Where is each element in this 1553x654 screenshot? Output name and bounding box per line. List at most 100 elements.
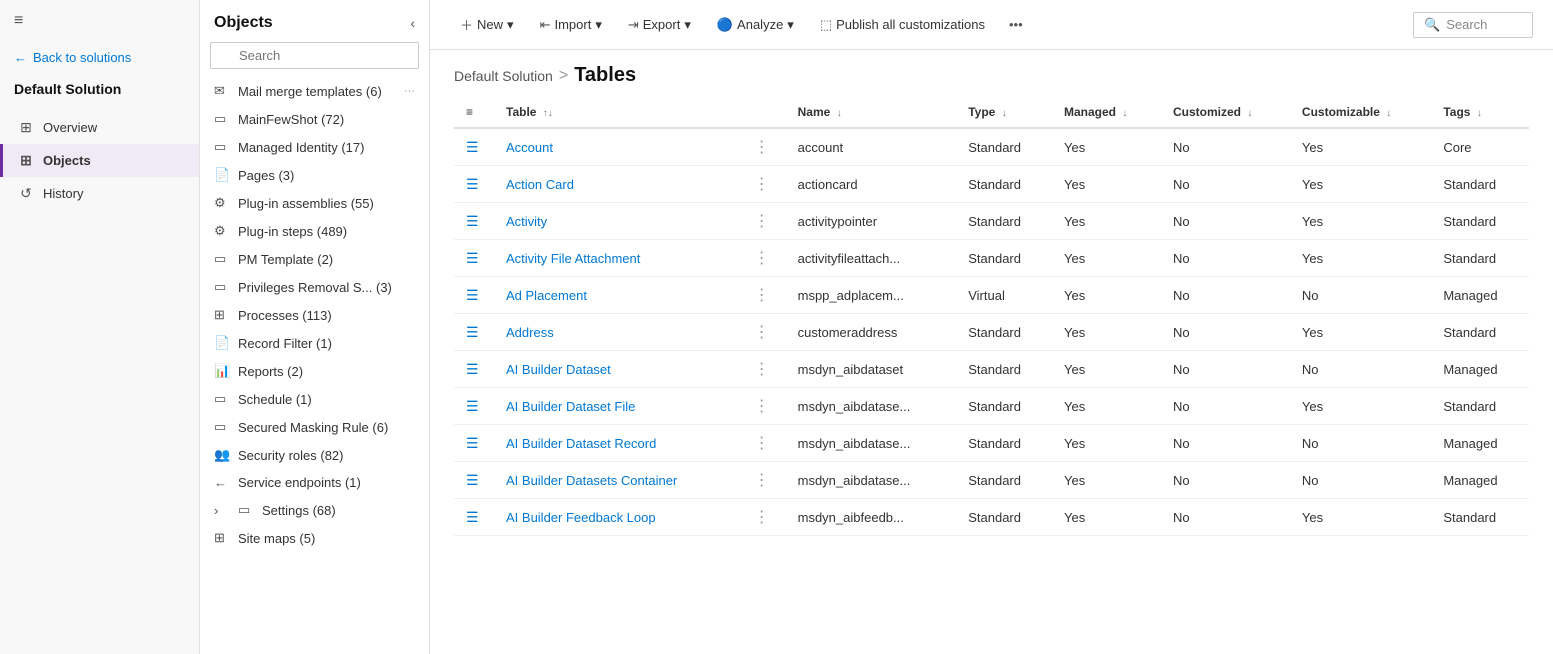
row-icon-cell: ☰ [454, 425, 494, 462]
list-item[interactable]: ⊞ Site maps (5) [200, 524, 429, 552]
row-table-name[interactable]: AI Builder Dataset Record [494, 425, 738, 462]
row-customizable: Yes [1290, 203, 1431, 240]
table-body: ☰ Account ⋮ account Standard Yes No Yes … [454, 128, 1529, 536]
sidebar-item-objects-label: Objects [43, 153, 91, 168]
row-menu[interactable]: ⋮ [738, 314, 786, 351]
import-button[interactable]: ⇤ Import ▾ [530, 12, 612, 38]
th-customized[interactable]: Customized ↓ [1161, 97, 1290, 128]
row-table-name[interactable]: Activity File Attachment [494, 240, 738, 277]
row-table-name[interactable]: AI Builder Dataset File [494, 388, 738, 425]
row-table-name[interactable]: Ad Placement [494, 277, 738, 314]
sidebar-item-objects[interactable]: ⊞ Objects [0, 144, 199, 177]
object-panel: Objects ‹ 🔍 ✉ Mail merge templates (6) ·… [200, 0, 430, 654]
row-tags: Managed [1431, 462, 1529, 499]
list-item[interactable]: ✉ Mail merge templates (6) ··· [200, 77, 429, 105]
row-more-icon[interactable]: ⋮ [750, 324, 774, 341]
settings-expand-icon[interactable]: › [214, 503, 230, 518]
row-table-name[interactable]: AI Builder Feedback Loop [494, 499, 738, 536]
row-name: msdyn_aibdatase... [786, 388, 957, 425]
row-table-name[interactable]: Activity [494, 203, 738, 240]
new-button[interactable]: ＋ New ▾ [450, 10, 524, 39]
sidebar-item-history-label: History [43, 186, 83, 201]
th-name[interactable]: Name ↓ [786, 97, 957, 128]
row-icon-cell: ☰ [454, 240, 494, 277]
row-menu[interactable]: ⋮ [738, 425, 786, 462]
th-type[interactable]: Type ↓ [956, 97, 1052, 128]
sidebar-item-history[interactable]: ↺ History [0, 177, 199, 210]
list-item[interactable]: ▭ Secured Masking Rule (6) [200, 413, 429, 441]
row-menu[interactable]: ⋮ [738, 388, 786, 425]
list-item[interactable]: ▭ Schedule (1) [200, 385, 429, 413]
breadcrumb-parent[interactable]: Default Solution [454, 68, 553, 84]
row-more-icon[interactable]: ⋮ [750, 139, 774, 156]
row-managed: Yes [1052, 499, 1161, 536]
row-table-name[interactable]: Account [494, 128, 738, 166]
list-item[interactable]: ▭ MainFewShot (72) [200, 105, 429, 133]
list-item[interactable]: ⚙ Plug-in steps (489) [200, 217, 429, 245]
row-menu[interactable]: ⋮ [738, 462, 786, 499]
list-item[interactable]: ⊞ Processes (113) [200, 301, 429, 329]
list-item[interactable]: › ▭ Settings (68) [200, 496, 429, 524]
th-table[interactable]: Table ↑↓ [494, 97, 738, 128]
row-menu[interactable]: ⋮ [738, 277, 786, 314]
row-table-name[interactable]: Action Card [494, 166, 738, 203]
row-table-name[interactable]: AI Builder Dataset [494, 351, 738, 388]
row-customizable: No [1290, 351, 1431, 388]
record-filter-icon: 📄 [214, 335, 230, 351]
th-managed[interactable]: Managed ↓ [1052, 97, 1161, 128]
main-content: ＋ New ▾ ⇤ Import ▾ ⇥ Export ▾ 🔵 Analyze … [430, 0, 1553, 654]
object-search-input[interactable] [210, 42, 419, 69]
hamburger-icon[interactable]: ≡ [0, 0, 199, 42]
th-customizable[interactable]: Customizable ↓ [1290, 97, 1431, 128]
row-more-icon[interactable]: ⋮ [750, 250, 774, 267]
row-more-icon[interactable]: ⋮ [750, 361, 774, 378]
list-item[interactable]: ← Service endpoints (1) [200, 469, 429, 496]
security-roles-icon: 👥 [214, 447, 230, 463]
item-more-icon[interactable]: ··· [404, 85, 415, 97]
row-more-icon[interactable]: ⋮ [750, 213, 774, 230]
list-item[interactable]: 📄 Record Filter (1) [200, 329, 429, 357]
row-name: msdyn_aibdatase... [786, 425, 957, 462]
row-more-icon[interactable]: ⋮ [750, 176, 774, 193]
publish-button[interactable]: ⬚ Publish all customizations [810, 12, 995, 38]
th-menu [738, 97, 786, 128]
row-menu[interactable]: ⋮ [738, 240, 786, 277]
toolbar-search-icon: 🔍 [1424, 17, 1440, 33]
row-more-icon[interactable]: ⋮ [750, 509, 774, 526]
toolbar-more-button[interactable]: ••• [1001, 12, 1031, 37]
row-table-name[interactable]: AI Builder Datasets Container [494, 462, 738, 499]
list-view-icon[interactable]: ≡ [466, 105, 473, 119]
row-table-name[interactable]: Address [494, 314, 738, 351]
list-item[interactable]: ⚙ Plug-in assemblies (55) [200, 189, 429, 217]
list-item[interactable]: 📊 Reports (2) [200, 357, 429, 385]
row-more-icon[interactable]: ⋮ [750, 435, 774, 452]
row-menu[interactable]: ⋮ [738, 351, 786, 388]
mainfewshot-icon: ▭ [214, 111, 230, 127]
row-more-icon[interactable]: ⋮ [750, 287, 774, 304]
table-row-icon: ☰ [466, 398, 479, 414]
toolbar-search[interactable]: 🔍 Search [1413, 12, 1533, 38]
list-item[interactable]: 👥 Security roles (82) [200, 441, 429, 469]
analyze-button[interactable]: 🔵 Analyze ▾ [707, 12, 804, 38]
analyze-icon: 🔵 [717, 17, 733, 33]
row-name: activitypointer [786, 203, 957, 240]
row-menu[interactable]: ⋮ [738, 499, 786, 536]
collapse-panel-icon[interactable]: ‹ [410, 15, 415, 31]
row-menu[interactable]: ⋮ [738, 128, 786, 166]
list-item[interactable]: ▭ Privileges Removal S... (3) [200, 273, 429, 301]
list-item[interactable]: 📄 Pages (3) [200, 161, 429, 189]
list-item[interactable]: ▭ Managed Identity (17) [200, 133, 429, 161]
row-type: Standard [956, 388, 1052, 425]
row-icon-cell: ☰ [454, 203, 494, 240]
th-tags[interactable]: Tags ↓ [1431, 97, 1529, 128]
sidebar-item-overview[interactable]: ⊞ Overview [0, 111, 199, 144]
row-more-icon[interactable]: ⋮ [750, 472, 774, 489]
list-item[interactable]: ▭ PM Template (2) [200, 245, 429, 273]
export-button[interactable]: ⇥ Export ▾ [618, 12, 701, 38]
import-icon: ⇤ [540, 17, 551, 33]
sidebar-item-overview-label: Overview [43, 120, 97, 135]
row-menu[interactable]: ⋮ [738, 166, 786, 203]
back-to-solutions-link[interactable]: ← Back to solutions [0, 42, 199, 73]
row-more-icon[interactable]: ⋮ [750, 398, 774, 415]
row-menu[interactable]: ⋮ [738, 203, 786, 240]
